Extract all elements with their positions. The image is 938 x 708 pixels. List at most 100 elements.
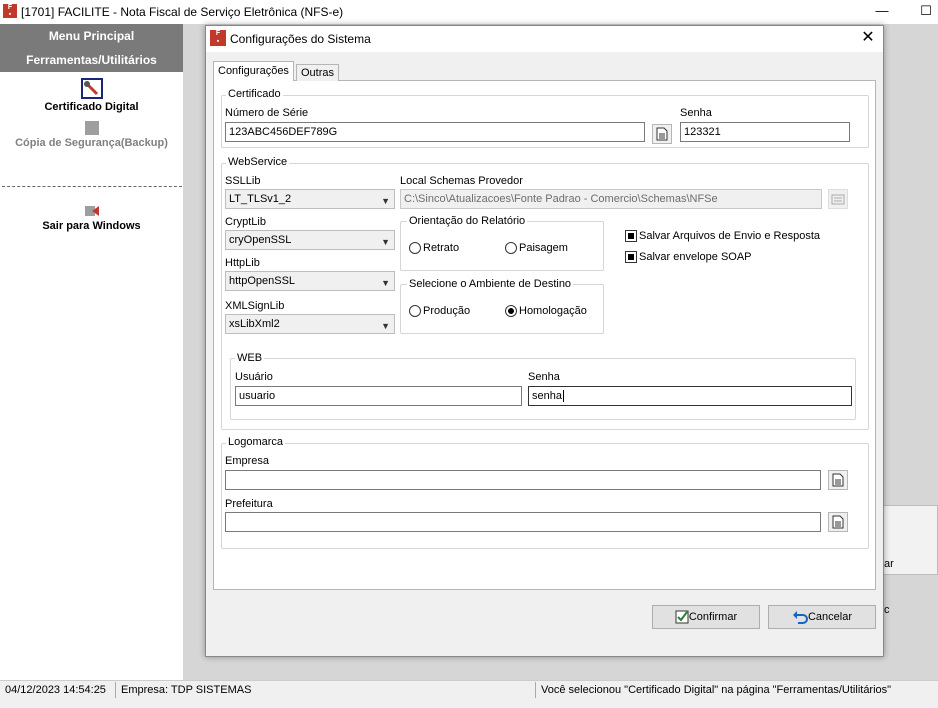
xmlsignlib-value: xsLibXml2 [229,318,280,330]
web-senha-value: senha [532,390,562,402]
logomarca-legend: Logomarca [226,436,286,448]
backup-icon [84,121,99,135]
usuario-label: Usuário [235,371,273,383]
confirmar-button[interactable]: Confirmar [652,605,760,629]
radio-label: Homologação [519,305,587,318]
radio-indicator [505,305,517,318]
cancelar-button[interactable]: Cancelar [768,605,876,629]
ssllib-select[interactable]: LT_TLSv1_2 ▼ [225,189,395,209]
cryptlib-select[interactable]: cryOpenSSL ▼ [225,230,395,250]
radio-paisagem[interactable]: Paisagem [505,242,568,255]
httplib-label: HttpLib [225,257,260,269]
chevron-down-icon: ▼ [381,196,390,206]
select-certificate-button[interactable] [652,124,672,144]
cryptlib-value: cryOpenSSL [229,234,292,246]
empresa-label: Empresa [225,455,270,467]
status-divider [115,682,116,698]
dialog-logo-icon: F ▪ [210,30,226,46]
schemas-path-field[interactable]: C:\Sinco\Atualizacoes\Fonte Padrao - Com… [400,189,822,209]
cert-senha-label: Senha [680,107,712,119]
chevron-down-icon: ▼ [381,237,390,247]
tab-outras[interactable]: Outras [296,64,340,81]
prefeitura-logo-field[interactable] [225,512,821,532]
httplib-select[interactable]: httpOpenSSL ▼ [225,271,395,291]
web-legend: WEB [235,352,265,364]
cancelar-label: Cancelar [807,611,853,623]
webservice-legend: WebService [226,156,290,168]
web-senha-label: Senha [528,371,560,383]
confirmar-label: Confirmar [688,611,738,623]
menu-item-certificado-digital[interactable]: Certificado Digital [0,78,183,113]
dialog-title: Configurações do Sistema [230,32,371,46]
checkbox-indicator [625,251,637,264]
chevron-down-icon: ▼ [381,321,390,331]
orientacao-legend: Orientação do Relatório [407,215,528,227]
menu-item-backup[interactable]: Cópia de Segurança(Backup) [0,121,183,149]
check-icon [675,610,689,624]
menu-item-label: Certificado Digital [44,101,139,113]
menu-header-title: Menu Principal [48,29,135,43]
status-datetime: 04/12/2023 14:54:25 [5,684,106,696]
chevron-down-icon: ▼ [381,278,390,288]
ssllib-value: LT_TLSv1_2 [229,193,292,205]
radio-label: Produção [423,305,471,318]
radio-indicator [409,242,421,255]
ambiente-legend: Selecione o Ambiente de Destino [407,278,574,290]
radio-indicator [409,305,421,318]
document-icon [832,473,844,487]
background-text: c [884,604,890,616]
cryptlib-label: CryptLib [225,216,266,228]
window-title: [1701] FACILITE - Nota Fiscal de Serviço… [21,5,344,19]
usuario-field[interactable]: usuario [235,386,522,406]
radio-label: Paisagem [519,242,568,255]
certificado-legend: Certificado [226,88,283,100]
exit-icon [84,204,100,218]
menu-divider [2,186,182,187]
document-icon [832,515,844,529]
tab-configuracoes[interactable]: Configurações [213,61,294,81]
salvar-arquivos-checkbox[interactable]: Salvar Arquivos de Envio e Resposta [625,230,820,243]
document-icon [656,127,668,141]
status-divider [535,682,536,698]
menu-item-label: Cópia de Segurança(Backup) [15,137,168,149]
serial-label: Número de Série [225,107,309,119]
prefeitura-label: Prefeitura [225,498,273,510]
radio-indicator [505,242,517,255]
undo-icon [792,611,808,625]
xmlsignlib-select[interactable]: xsLibXml2 ▼ [225,314,395,334]
checkbox-indicator [625,230,637,243]
menu-item-sair-windows[interactable]: Sair para Windows [0,204,183,232]
radio-retrato[interactable]: Retrato [409,242,460,255]
radio-homologacao[interactable]: Homologação [505,305,587,318]
checkbox-label: Salvar envelope SOAP [639,251,752,264]
select-prefeitura-logo-button[interactable] [828,512,848,532]
empresa-logo-field[interactable] [225,470,821,490]
folder-icon [831,194,845,205]
cert-senha-field[interactable]: 123321 [680,122,850,142]
web-senha-field[interactable]: senha [528,386,852,406]
close-icon[interactable]: ✕ [858,29,878,49]
logomarca-group [221,443,869,549]
select-empresa-logo-button[interactable] [828,470,848,490]
maximize-button[interactable]: ☐ [916,2,936,22]
browse-folder-button[interactable] [828,189,848,209]
radio-producao[interactable]: Produção [409,305,471,318]
menu-item-label: Sair para Windows [42,220,141,232]
ssllib-label: SSLLib [225,175,261,187]
status-company: Empresa: TDP SISTEMAS [121,684,252,696]
menu-header-section: Ferramentas/Utilitários [26,53,157,67]
radio-label: Retrato [423,242,460,255]
menu-header: Menu Principal Ferramentas/Utilitários [0,24,183,72]
httplib-value: httpOpenSSL [229,275,296,287]
text-caret [562,390,564,403]
checkbox-label: Salvar Arquivos de Envio e Resposta [639,230,820,243]
background-text: ar [884,558,894,570]
schemas-label: Local Schemas Provedor [400,175,523,187]
serial-number-field[interactable]: 123ABC456DEF789G [225,122,645,142]
app-logo-icon: F ▪ [3,4,17,18]
salvar-envelope-checkbox[interactable]: Salvar envelope SOAP [625,251,752,264]
minimize-button[interactable]: — [872,2,892,22]
tools-icon [80,78,103,99]
xmlsignlib-label: XMLSignLib [225,300,285,312]
status-message: Você selecionou "Certificado Digital" na… [541,684,892,696]
